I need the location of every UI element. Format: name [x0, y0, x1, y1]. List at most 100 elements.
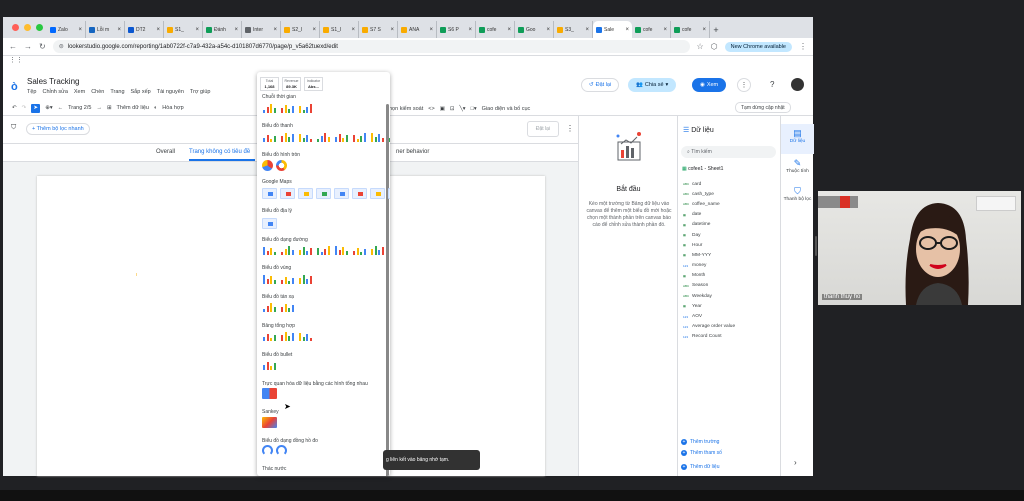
- chart-type-icon[interactable]: [298, 331, 313, 342]
- close-tab-icon[interactable]: ×: [117, 27, 121, 33]
- bookmark-star-icon[interactable]: ☆: [697, 42, 704, 51]
- browser-tab[interactable]: S1_I ×: [320, 21, 359, 38]
- new-chrome-button[interactable]: New Chrome available: [724, 41, 792, 52]
- forward-icon[interactable]: →: [24, 42, 32, 51]
- browser-tab[interactable]: cofe ×: [671, 21, 710, 38]
- blend-icon[interactable]: ◐: [154, 105, 157, 111]
- rail-data-tab[interactable]: ▤ Dữ liệu: [781, 124, 814, 154]
- blend-button[interactable]: Hòa hợp: [162, 105, 183, 111]
- next-page-icon[interactable]: →: [96, 105, 102, 111]
- chart-type-icon[interactable]: [280, 103, 295, 114]
- more-options-button[interactable]: ⋮: [737, 78, 751, 92]
- browser-tab[interactable]: cofe ×: [632, 21, 671, 38]
- browser-tab[interactable]: S2_I ×: [281, 21, 320, 38]
- chart-type-icon[interactable]: [280, 245, 295, 256]
- prev-page-icon[interactable]: ←: [58, 105, 64, 111]
- chart-type-icon[interactable]: [298, 274, 313, 285]
- chart-type-icon[interactable]: [276, 445, 287, 456]
- chart-type-icon[interactable]: [316, 188, 331, 199]
- data-field[interactable]: ABC coffee_name: [683, 199, 735, 209]
- browser-tab[interactable]: S3_ ×: [554, 21, 593, 38]
- chart-type-icon[interactable]: [262, 274, 277, 285]
- minimize-window-icon[interactable]: [24, 24, 31, 31]
- chart-type-icon[interactable]: [316, 245, 331, 256]
- tab-overall[interactable]: Overall: [156, 149, 175, 155]
- avatar[interactable]: [791, 78, 804, 91]
- chart-type-icon[interactable]: [262, 132, 277, 143]
- browser-tab[interactable]: Zalo ×: [47, 21, 86, 38]
- chart-type-icon[interactable]: [280, 132, 295, 143]
- browser-tab[interactable]: DT2 ×: [125, 21, 164, 38]
- select-tool-icon[interactable]: ➤: [31, 103, 41, 113]
- video-tile[interactable]: thanh thuy ho: [818, 191, 1021, 305]
- browser-tab[interactable]: S7 S ×: [359, 21, 398, 38]
- looker-studio-logo[interactable]: ò: [11, 81, 18, 93]
- chart-type-icon[interactable]: [262, 417, 277, 428]
- browser-tab[interactable]: Sale ×: [593, 21, 632, 38]
- browser-tab[interactable]: cofe ×: [476, 21, 515, 38]
- close-tab-icon[interactable]: ×: [546, 27, 550, 33]
- line-icon[interactable]: ╲▾: [460, 106, 466, 112]
- close-tab-icon[interactable]: ×: [702, 27, 706, 33]
- search-input[interactable]: ⌕ Tìm kiếm: [681, 146, 776, 158]
- view-button[interactable]: ◉ Xem: [692, 78, 727, 92]
- zoom-icon[interactable]: ⊕▾: [45, 105, 52, 111]
- data-field[interactable]: ABC Season: [683, 281, 735, 291]
- close-tab-icon[interactable]: ×: [312, 27, 316, 33]
- chart-type-icon[interactable]: [334, 245, 349, 256]
- close-tab-icon[interactable]: ×: [468, 27, 472, 33]
- close-tab-icon[interactable]: ×: [273, 27, 277, 33]
- close-tab-icon[interactable]: ×: [234, 27, 238, 33]
- data-field[interactable]: ▦ Year: [683, 301, 735, 311]
- tab-untitled[interactable]: Trang không có tiêu đề: [189, 149, 250, 155]
- chart-type-icon[interactable]: [388, 188, 390, 199]
- browser-tab[interactable]: Lỗi m ×: [86, 21, 125, 38]
- data-field[interactable]: ▦ Day: [683, 230, 735, 240]
- add-parameter-button[interactable]: + Thêm tham số: [681, 450, 722, 456]
- shape-icon[interactable]: □▾: [471, 106, 477, 112]
- menu-view[interactable]: Xem: [74, 89, 85, 95]
- data-source-item[interactable]: ▦ cofee1 - Sheet1: [682, 166, 723, 172]
- add-control-button[interactable]: họn kiểm soát: [389, 106, 423, 112]
- chart-type-icon[interactable]: [262, 388, 277, 399]
- chart-type-icon[interactable]: [388, 132, 390, 143]
- site-info-icon[interactable]: ⊜: [59, 43, 64, 50]
- browser-tab[interactable]: Inter ×: [242, 21, 281, 38]
- data-field[interactable]: ▦ MM-YYY: [683, 250, 735, 260]
- add-data-icon[interactable]: ⊞: [107, 105, 112, 111]
- pause-updates-button[interactable]: Tạm dừng cập nhật: [735, 102, 791, 113]
- data-field[interactable]: ABC card: [683, 179, 735, 189]
- chart-type-icon[interactable]: [280, 302, 295, 313]
- chart-type-icon[interactable]: [370, 132, 385, 143]
- close-tab-icon[interactable]: ×: [625, 27, 629, 33]
- close-tab-icon[interactable]: ×: [156, 27, 160, 33]
- add-data-button[interactable]: Thêm dữ liệu: [117, 105, 149, 111]
- data-field[interactable]: ▦ date: [683, 210, 735, 220]
- apps-grid-icon[interactable]: ⋮⋮: [3, 56, 813, 69]
- text-icon[interactable]: ⊡: [450, 106, 455, 112]
- scorecard-option-2[interactable]: Revenue 89.3K: [282, 77, 301, 91]
- chart-type-icon[interactable]: [352, 245, 367, 256]
- menu-insert[interactable]: Chèn: [91, 89, 104, 95]
- add-quick-filter-button[interactable]: + Thêm bộ lọc nhanh: [26, 123, 90, 135]
- extension-icon[interactable]: ⬡: [711, 42, 718, 51]
- close-tab-icon[interactable]: ×: [351, 27, 355, 33]
- browser-tab[interactable]: Goo ×: [515, 21, 554, 38]
- chart-type-icon[interactable]: [262, 302, 277, 313]
- reload-icon[interactable]: ↻: [39, 42, 46, 51]
- chrome-menu-icon[interactable]: ⋮: [799, 42, 807, 51]
- chart-type-icon[interactable]: [262, 445, 273, 456]
- chart-type-icon[interactable]: [316, 132, 331, 143]
- menu-help[interactable]: Trợ giúp: [190, 89, 211, 95]
- chart-type-icon[interactable]: [352, 132, 367, 143]
- split-handle[interactable]: [815, 236, 817, 256]
- rail-properties-tab[interactable]: ✎ Thuộc tính: [781, 158, 814, 174]
- data-field[interactable]: ABC cash_type: [683, 189, 735, 199]
- chart-type-icon[interactable]: [262, 160, 273, 171]
- data-field[interactable]: 123 money: [683, 261, 735, 271]
- add-field-button[interactable]: + Thêm trường: [681, 439, 719, 445]
- image-icon[interactable]: ▣: [440, 106, 445, 112]
- chart-type-icon[interactable]: [280, 274, 295, 285]
- chart-type-icon[interactable]: [280, 188, 295, 199]
- menu-arrange[interactable]: Sắp xếp: [131, 89, 151, 95]
